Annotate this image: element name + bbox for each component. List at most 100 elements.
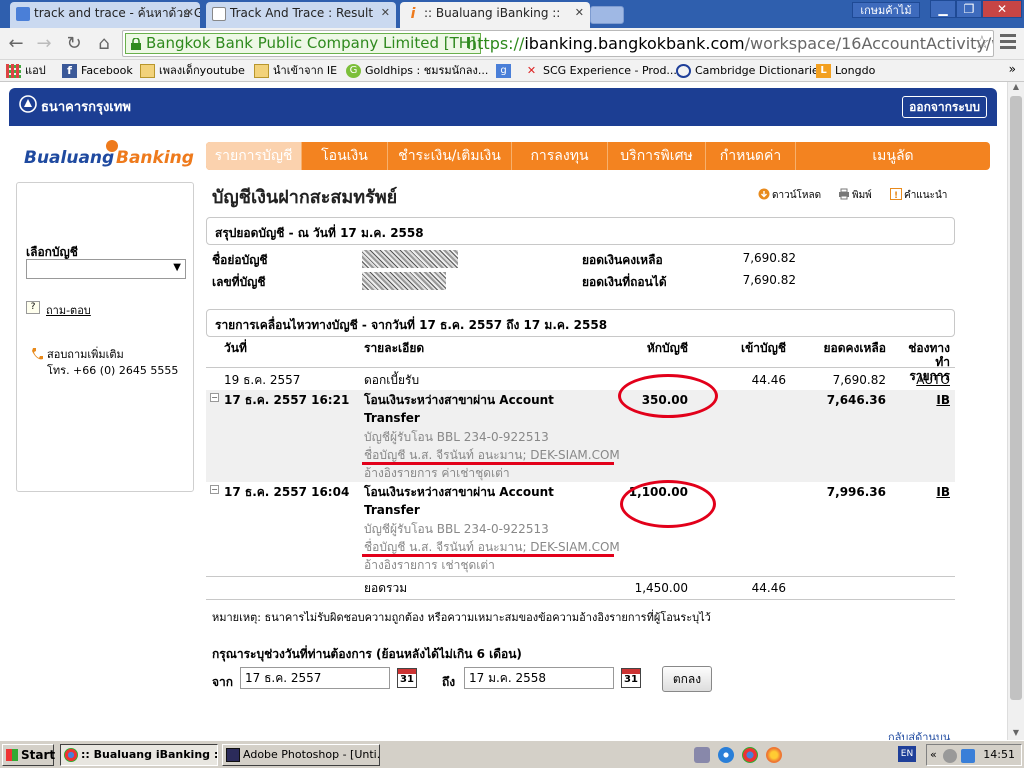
scroll-down-icon[interactable]: ▼ bbox=[1008, 728, 1024, 740]
bookmark-import-ie[interactable]: นำเข้าจาก IE bbox=[254, 63, 337, 79]
nav-accounts[interactable]: รายการบัญชี bbox=[206, 142, 302, 170]
start-button[interactable]: Start bbox=[2, 744, 56, 766]
print-button[interactable]: พิมพ์ bbox=[838, 188, 872, 203]
collapse-icon[interactable]: − bbox=[210, 485, 219, 494]
page-scrollbar[interactable]: ▲ ▼ bbox=[1007, 82, 1024, 740]
bookmark-apps[interactable]: แอป bbox=[6, 63, 46, 79]
to-date-input[interactable]: 17 ม.ค. 2558 bbox=[464, 667, 614, 689]
bookmark-facebook[interactable]: f Facebook bbox=[62, 63, 133, 79]
tab-close-icon[interactable]: ✕ bbox=[575, 2, 584, 24]
bookmark-kids-songs[interactable]: เพลงเด็กyoutube bbox=[140, 63, 245, 79]
bookmark-label: Cambridge Dictionaries bbox=[695, 64, 825, 77]
network-icon[interactable] bbox=[943, 749, 957, 763]
account-name-label: ชื่อย่อบัญชี bbox=[212, 253, 268, 267]
collapse-icon[interactable]: − bbox=[210, 393, 219, 402]
account-select[interactable]: ▼ bbox=[26, 259, 186, 279]
bookmarks-overflow-button[interactable]: » bbox=[1009, 62, 1016, 76]
home-icon[interactable]: ⌂ bbox=[92, 32, 116, 56]
photoshop-icon bbox=[226, 748, 240, 762]
to-calendar-icon[interactable]: 31 bbox=[621, 668, 641, 688]
bangkok-bank-logo[interactable]: ธนาคารกรุงเทพ bbox=[19, 95, 131, 117]
contact-phone: โทร. +66 (0) 2645 5555 bbox=[47, 364, 179, 377]
tab-bualuang[interactable]: i :: Bualuang iBanking :: ✕ bbox=[400, 2, 590, 28]
security-icon[interactable] bbox=[961, 749, 975, 763]
tab-strip: track and trace - ค้นหาด้วย G ✕ Track An… bbox=[0, 0, 1024, 28]
chrome-menu-icon[interactable] bbox=[1000, 34, 1016, 50]
reload-icon[interactable]: ↻ bbox=[62, 32, 86, 56]
start-label: Start bbox=[21, 748, 56, 762]
nav-settings[interactable]: กำหนดค่า bbox=[706, 142, 796, 170]
row-channel[interactable]: IB bbox=[900, 391, 950, 409]
close-window-button[interactable]: ✕ bbox=[982, 0, 1022, 18]
nav-payment[interactable]: ชำระเงิน/เติมเงิน bbox=[388, 142, 512, 170]
tab-google-search[interactable]: track and trace - ค้นหาด้วย G ✕ bbox=[10, 2, 200, 28]
longdo-icon: L bbox=[816, 64, 831, 78]
back-arrow-icon[interactable]: ← bbox=[4, 32, 28, 56]
new-tab-button[interactable] bbox=[590, 6, 624, 24]
row-channel[interactable]: IB bbox=[900, 483, 950, 501]
submit-range-button[interactable]: ตกลง bbox=[662, 666, 712, 692]
internet-explorer-icon[interactable] bbox=[718, 747, 734, 763]
bookmark-scg[interactable]: ✕ SCG Experience - Prod... bbox=[524, 63, 677, 79]
nav-transfer[interactable]: โอนเงิน bbox=[302, 142, 388, 170]
help-button[interactable]: ! คำแนะนำ bbox=[890, 188, 947, 203]
bank-header: ธนาคารกรุงเทพ ออกจากระบบ bbox=[9, 88, 997, 126]
bookmark-label: เพลงเด็กyoutube bbox=[159, 64, 245, 77]
row-balance: 7,690.82 bbox=[832, 373, 886, 387]
scrollbar-thumb[interactable] bbox=[1010, 96, 1022, 700]
minimize-button[interactable]: ▁ bbox=[930, 0, 956, 18]
tab-close-icon[interactable]: ✕ bbox=[381, 2, 390, 24]
row-date: 17 ธ.ค. 2557 16:21 bbox=[224, 393, 350, 407]
tab-label: :: Bualuang iBanking :: bbox=[424, 6, 561, 20]
logout-button[interactable]: ออกจากระบบ bbox=[902, 96, 987, 118]
bookmark-star-icon[interactable]: ☆ bbox=[974, 32, 990, 53]
download-button[interactable]: ดาวน์โหลด bbox=[758, 188, 821, 203]
from-date-input[interactable]: 17 ธ.ค. 2557 bbox=[240, 667, 390, 689]
page-favicon-icon bbox=[212, 7, 226, 21]
maximize-button[interactable]: ❐ bbox=[956, 0, 982, 18]
quicklaunch-desktop-icon[interactable] bbox=[694, 747, 710, 763]
taskbar-item-photoshop[interactable]: Adobe Photoshop - [Unti... bbox=[222, 744, 380, 766]
windows-logo-icon bbox=[6, 749, 18, 761]
annotation-underline-1 bbox=[362, 462, 614, 465]
help-label: คำแนะนำ bbox=[904, 190, 948, 201]
scroll-up-icon[interactable]: ▲ bbox=[1008, 82, 1024, 94]
row-detail-receiver: บัญชีผู้รับโอน BBL 234-0-922513 bbox=[364, 430, 549, 444]
faq-link[interactable]: ? ถาม-ตอบ bbox=[26, 301, 91, 319]
annotation-circle-1100 bbox=[620, 480, 716, 528]
col-debit: หักบัญชี bbox=[646, 341, 688, 355]
nav-shortcut-menu[interactable]: เมนูลัด bbox=[796, 142, 990, 170]
taskbar-item-chrome[interactable]: :: Bualuang iBanking ::... bbox=[60, 744, 218, 766]
address-bar[interactable]: Bangkok Bank Public Company Limited [TH]… bbox=[122, 30, 994, 57]
activity-table-header: วันที่ รายละเอียด หักบัญชี เข้าบัญชี ยอด… bbox=[206, 338, 955, 383]
tab-close-icon[interactable]: ✕ bbox=[185, 2, 194, 24]
profile-badge[interactable]: เกษมค้าไม้ bbox=[852, 2, 920, 18]
chrome-quicklaunch-icon[interactable] bbox=[742, 747, 758, 763]
table-row: 19 ธ.ค. 2557 ดอกเบี้ยรับ 44.46 7,690.82 … bbox=[206, 370, 955, 390]
row-balance: 7,646.36 bbox=[826, 393, 886, 407]
nav-investment[interactable]: การลงทุน bbox=[512, 142, 608, 170]
forward-arrow-icon[interactable]: → bbox=[32, 32, 56, 56]
back-to-top-link[interactable]: กลับสู่ด้านบน bbox=[888, 728, 950, 740]
nav-special-services[interactable]: บริการพิเศษ bbox=[608, 142, 706, 170]
from-label: จาก bbox=[212, 675, 234, 689]
url-text[interactable]: https://ibanking.bangkokbank.com/workspa… bbox=[467, 34, 993, 53]
contact-line-1: สอบถามเพิ่มเติม bbox=[47, 348, 124, 361]
total-label: ยอดรวม bbox=[364, 581, 408, 595]
help-icon: ! bbox=[890, 188, 902, 200]
from-calendar-icon[interactable]: 31 bbox=[397, 668, 417, 688]
row-credit: 44.46 bbox=[751, 373, 786, 387]
bookmark-cambridge[interactable]: Cambridge Dictionaries bbox=[676, 63, 824, 79]
ev-certificate-badge[interactable]: Bangkok Bank Public Company Limited [TH] bbox=[125, 33, 481, 54]
row-channel[interactable]: AUTO bbox=[900, 371, 950, 389]
page-title: บัญชีเงินฝากสะสมทรัพย์ bbox=[212, 187, 398, 208]
bookmark-longdo[interactable]: L Longdo bbox=[816, 63, 875, 79]
contact-info: สอบถามเพิ่มเติม โทร. +66 (0) 2645 5555 bbox=[31, 347, 178, 379]
bookmark-goldhips[interactable]: G Goldhips : ชมรมนักลง... bbox=[346, 63, 488, 79]
annotation-underline-2 bbox=[362, 554, 614, 557]
ibank-logo-text-1: Bualuang bbox=[24, 148, 115, 168]
firefox-icon[interactable] bbox=[766, 747, 782, 763]
tray-expand-icon[interactable]: « bbox=[930, 748, 937, 761]
tab-track-trace[interactable]: Track And Trace : Result ✕ bbox=[206, 2, 396, 28]
language-indicator[interactable]: EN bbox=[898, 746, 916, 762]
